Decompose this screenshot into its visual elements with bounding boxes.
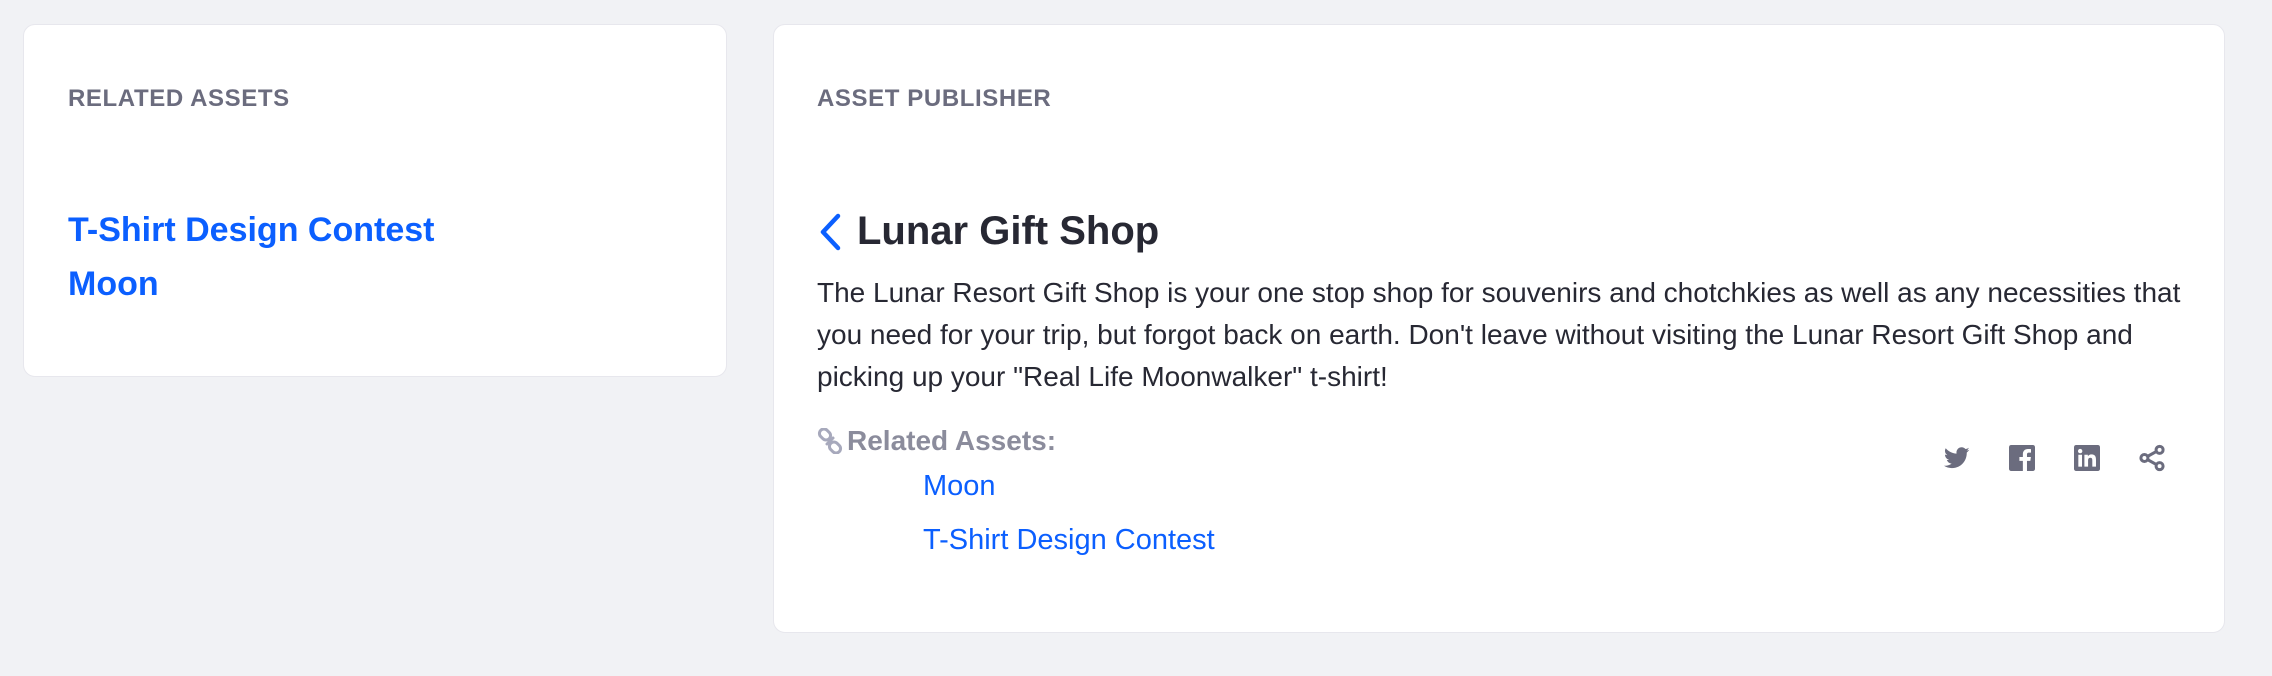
related-assets-section: Related Assets: [817, 425, 1056, 457]
related-assets-card: RELATED ASSETS T-Shirt Design Contest Mo… [23, 24, 727, 377]
linkedin-icon [2074, 445, 2100, 471]
related-asset-link-tshirt-contest[interactable]: T-Shirt Design Contest [68, 211, 434, 250]
asset-title: Lunar Gift Shop [857, 209, 1160, 253]
chevron-left-icon [820, 213, 841, 250]
related-asset-link-moon[interactable]: Moon [923, 470, 996, 503]
related-asset-link-tshirt-contest[interactable]: T-Shirt Design Contest [923, 524, 1215, 557]
share-icon [2139, 444, 2165, 472]
asset-publisher-card-title: ASSET PUBLISHER [817, 85, 1052, 112]
twitter-share-button[interactable] [1937, 438, 1977, 478]
twitter-icon [1944, 447, 1970, 469]
linkedin-share-button[interactable] [2067, 438, 2107, 478]
asset-header: Lunar Gift Shop [817, 209, 1159, 254]
link-icon [817, 428, 843, 454]
asset-summary: The Lunar Resort Gift Shop is your one s… [817, 277, 2181, 392]
related-assets-label: Related Assets: [847, 425, 1057, 456]
related-assets-card-title: RELATED ASSETS [68, 85, 290, 112]
related-asset-link-moon[interactable]: Moon [68, 265, 159, 304]
social-share-bar [1912, 438, 2172, 478]
facebook-share-button[interactable] [2002, 438, 2042, 478]
share-button[interactable] [2132, 438, 2172, 478]
asset-publisher-card: ASSET PUBLISHER Lunar Gift Shop The Luna… [773, 24, 2225, 633]
facebook-icon [2009, 445, 2035, 471]
back-button[interactable] [817, 210, 853, 254]
